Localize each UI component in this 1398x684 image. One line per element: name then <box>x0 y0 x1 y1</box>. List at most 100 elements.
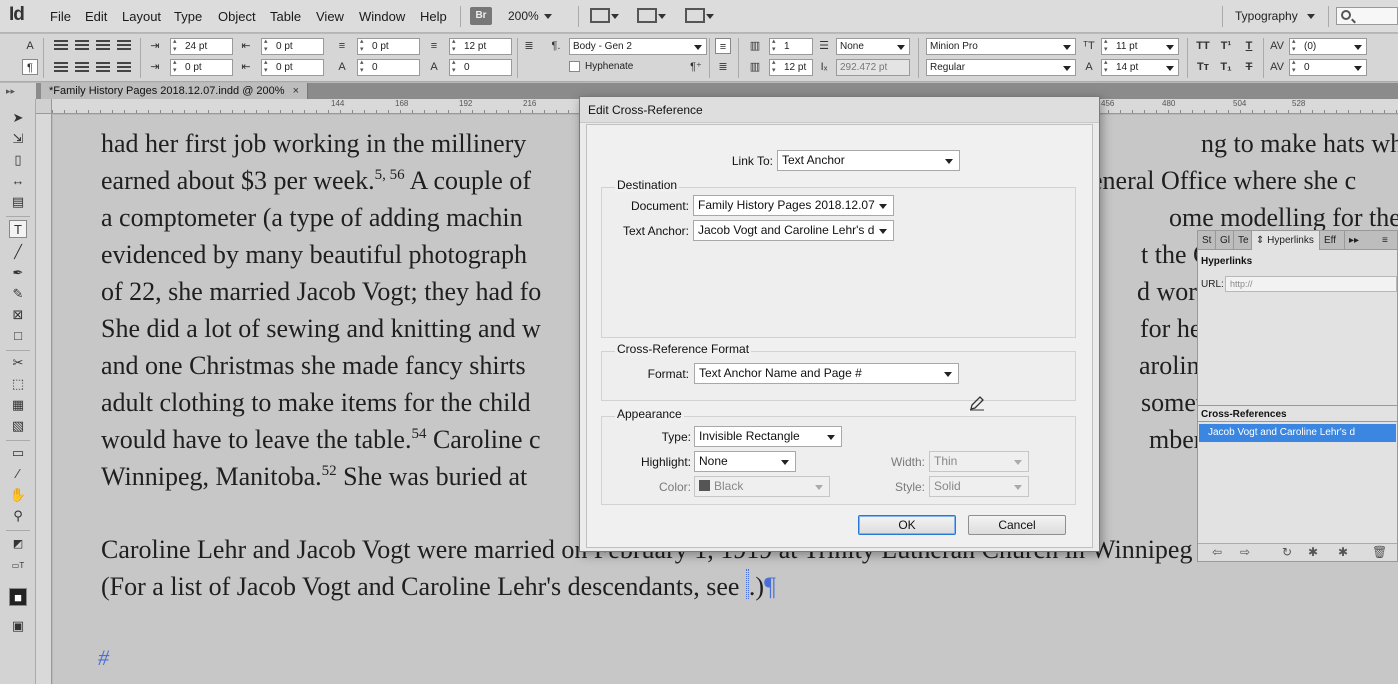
text-anchor-dropdown[interactable]: Jacob Vogt and Caroline Lehr's d <box>693 220 894 241</box>
drop-cap-lines-field[interactable]: 0 <box>357 59 420 76</box>
document-tab[interactable]: *Family History Pages 2018.12.07.indd @ … <box>41 83 309 99</box>
panel-menu-icon[interactable]: ≡ <box>1378 231 1398 250</box>
next-icon[interactable]: ⇨ <box>1240 545 1250 559</box>
pen-tool-icon[interactable]: ✒ <box>9 264 27 282</box>
bridge-button[interactable]: Br <box>470 7 492 25</box>
menu-edit[interactable]: Edit <box>85 9 107 24</box>
apply-color-icon[interactable]: ■ <box>9 588 27 606</box>
gradient-swatch-tool-icon[interactable]: ▦ <box>9 396 27 414</box>
tab-text-wrap[interactable]: Te <box>1234 231 1252 250</box>
zoom-tool-icon[interactable]: ⚲ <box>9 507 27 525</box>
clear-overrides-icon[interactable]: ¶⁺ <box>688 59 704 75</box>
align-left-icon[interactable] <box>54 40 68 52</box>
previous-icon[interactable]: ⇦ <box>1212 545 1222 559</box>
rectangle-tool-icon[interactable]: □ <box>9 327 27 345</box>
eyedropper-tool-icon[interactable]: ⁄ <box>9 465 27 483</box>
gap-tool-icon[interactable]: ↔ <box>9 172 27 190</box>
font-style-dropdown[interactable]: Regular <box>926 59 1076 76</box>
new-cross-reference-icon[interactable]: ✱ <box>1338 545 1348 559</box>
new-hyperlink-icon[interactable]: ✱ <box>1308 545 1318 559</box>
underline-icon[interactable]: T <box>1241 38 1257 54</box>
subscript-icon[interactable]: T₁ <box>1218 59 1234 75</box>
tab-glyphs[interactable]: Gl <box>1216 231 1234 250</box>
character-mode-icon[interactable]: A <box>22 38 38 54</box>
direct-selection-tool-icon[interactable]: ⇲ <box>9 130 27 148</box>
scissors-tool-icon[interactable]: ✂ <box>9 354 27 372</box>
menu-view[interactable]: View <box>316 9 344 24</box>
drop-cap-chars-field[interactable]: 0 <box>449 59 512 76</box>
align-baseline-icon[interactable]: ≣ <box>715 59 731 75</box>
span-columns-dropdown[interactable]: None <box>836 38 910 55</box>
font-size-field[interactable]: 11 pt <box>1101 38 1179 55</box>
more-tabs-icon[interactable]: ▸▸ <box>1345 231 1365 250</box>
do-not-align-baseline-icon[interactable]: ≡ <box>715 38 731 54</box>
menu-window[interactable]: Window <box>359 9 405 24</box>
columns-field[interactable]: 1 <box>769 38 813 55</box>
collapse-toolbox-icon[interactable]: ▸▸ <box>0 83 36 99</box>
cross-reference-item[interactable]: Jacob Vogt and Caroline Lehr's d <box>1199 424 1396 442</box>
justify-right-icon[interactable] <box>75 62 89 74</box>
search-input[interactable] <box>1336 7 1398 25</box>
paragraph-style-dropdown[interactable]: Body - Gen 2 <box>569 38 707 55</box>
selection-tool-icon[interactable]: ➤ <box>9 109 27 127</box>
menu-file[interactable]: File <box>50 9 71 24</box>
justify-center-icon[interactable] <box>54 62 68 74</box>
vertical-ruler[interactable] <box>36 114 52 684</box>
column-gutter-field[interactable]: 12 pt <box>769 59 813 76</box>
gradient-feather-tool-icon[interactable]: ▧ <box>9 417 27 435</box>
strikethrough-icon[interactable]: T <box>1241 59 1257 75</box>
free-transform-tool-icon[interactable]: ⬚ <box>9 375 27 393</box>
space-after-field[interactable]: 12 pt <box>449 38 512 55</box>
tab-styles[interactable]: St <box>1198 231 1216 250</box>
cancel-button[interactable]: Cancel <box>968 515 1066 535</box>
screen-mode-tool-icon[interactable]: ▣ <box>9 617 27 635</box>
hand-tool-icon[interactable]: ✋ <box>9 486 27 504</box>
ruler-origin[interactable] <box>36 99 52 114</box>
align-center-icon[interactable] <box>75 40 89 52</box>
paragraph-mode-icon[interactable]: ¶ <box>22 59 38 75</box>
line-tool-icon[interactable]: ╱ <box>9 243 27 261</box>
last-line-indent-field[interactable]: 0 pt <box>261 59 324 76</box>
formatting-affects-icon[interactable]: ▭T <box>9 557 27 575</box>
screen-mode-icon[interactable] <box>637 8 657 23</box>
menu-help[interactable]: Help <box>420 9 447 24</box>
ok-button[interactable]: OK <box>858 515 956 535</box>
view-options-icon[interactable] <box>590 8 610 23</box>
page-tool-icon[interactable]: ▯ <box>9 151 27 169</box>
arrange-documents-icon[interactable] <box>685 8 705 23</box>
justify-all-icon[interactable] <box>96 62 110 74</box>
menu-layout[interactable]: Layout <box>122 9 161 24</box>
note-tool-icon[interactable]: ▭ <box>9 444 27 462</box>
align-spine-icon[interactable] <box>117 62 131 74</box>
type-dropdown[interactable]: Invisible Rectangle <box>694 426 842 447</box>
all-caps-icon[interactable]: TT <box>1195 38 1211 54</box>
edit-format-pencil-icon[interactable] <box>968 394 986 412</box>
justify-left-icon[interactable] <box>117 40 131 52</box>
document-dropdown[interactable]: Family History Pages 2018.12.07 <box>693 195 894 216</box>
kerning-field[interactable]: (0) <box>1289 38 1367 55</box>
hyphenate-checkbox[interactable] <box>569 61 580 72</box>
align-right-icon[interactable] <box>96 40 110 52</box>
small-caps-icon[interactable]: Tт <box>1195 59 1211 75</box>
left-indent-field[interactable]: 24 pt <box>170 38 233 55</box>
content-collector-icon[interactable]: ▤ <box>9 193 27 211</box>
tab-hyperlinks[interactable]: ⇕ Hyperlinks <box>1252 231 1320 250</box>
space-before-field[interactable]: 0 pt <box>357 38 420 55</box>
tracking-field[interactable]: 0 <box>1289 59 1367 76</box>
menu-object[interactable]: Object <box>218 9 256 24</box>
close-icon[interactable]: × <box>293 85 299 97</box>
right-indent-field[interactable]: 0 pt <box>261 38 324 55</box>
leading-field[interactable]: 14 pt <box>1101 59 1179 76</box>
rectangle-frame-tool-icon[interactable]: ⊠ <box>9 306 27 324</box>
update-icon[interactable]: ↻ <box>1282 545 1292 559</box>
superscript-icon[interactable]: T¹ <box>1218 38 1234 54</box>
type-tool-icon[interactable]: T <box>9 220 27 238</box>
workspace-switcher[interactable]: Typography <box>1235 9 1315 23</box>
format-dropdown[interactable]: Text Anchor Name and Page # <box>694 363 959 384</box>
menu-table[interactable]: Table <box>270 9 301 24</box>
trash-icon[interactable]: 🗑 <box>1372 545 1387 559</box>
tab-effects[interactable]: Eff <box>1320 231 1345 250</box>
link-to-dropdown[interactable]: Text Anchor <box>777 150 960 171</box>
menu-type[interactable]: Type <box>174 9 202 24</box>
first-line-indent-field[interactable]: 0 pt <box>170 59 233 76</box>
